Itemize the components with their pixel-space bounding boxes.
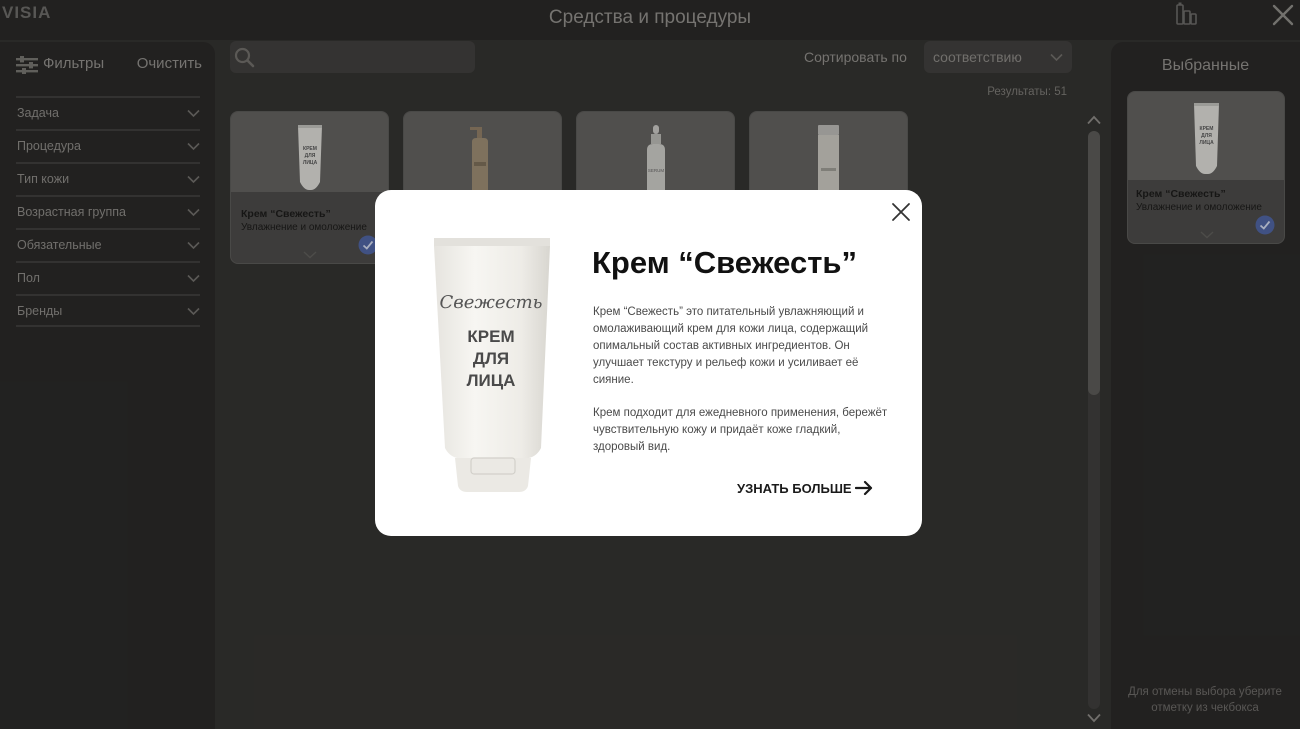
- cream-tube-image: Свежесть КРЕМ ДЛЯ ЛИЦА: [434, 238, 550, 492]
- description-paragraph: Крем подходит для ежедневного применения…: [593, 407, 888, 453]
- description-paragraph: Крем “Свежесть” это питательный увлажняю…: [593, 306, 869, 386]
- arrow-right-icon: [855, 480, 873, 496]
- product-label-line: ДЛЯ: [473, 349, 509, 368]
- modal-description: Крем “Свежесть” это питательный увлажняю…: [593, 304, 893, 472]
- product-label-line: ЛИЦА: [467, 371, 516, 390]
- modal-title: Крем “Свежесть”: [592, 245, 857, 280]
- product-label-line: КРЕМ: [467, 327, 514, 346]
- product-detail-modal: Свежесть КРЕМ ДЛЯ ЛИЦА Крем “Свежесть” К…: [375, 190, 922, 536]
- learn-more-label: УЗНАТЬ БОЛЬШЕ: [737, 481, 852, 496]
- app-window: VISIA Средства и процедуры Фильтры Очист…: [0, 0, 1300, 729]
- product-brand-script: Свежесть: [440, 292, 543, 313]
- modal-close-icon[interactable]: [890, 201, 912, 223]
